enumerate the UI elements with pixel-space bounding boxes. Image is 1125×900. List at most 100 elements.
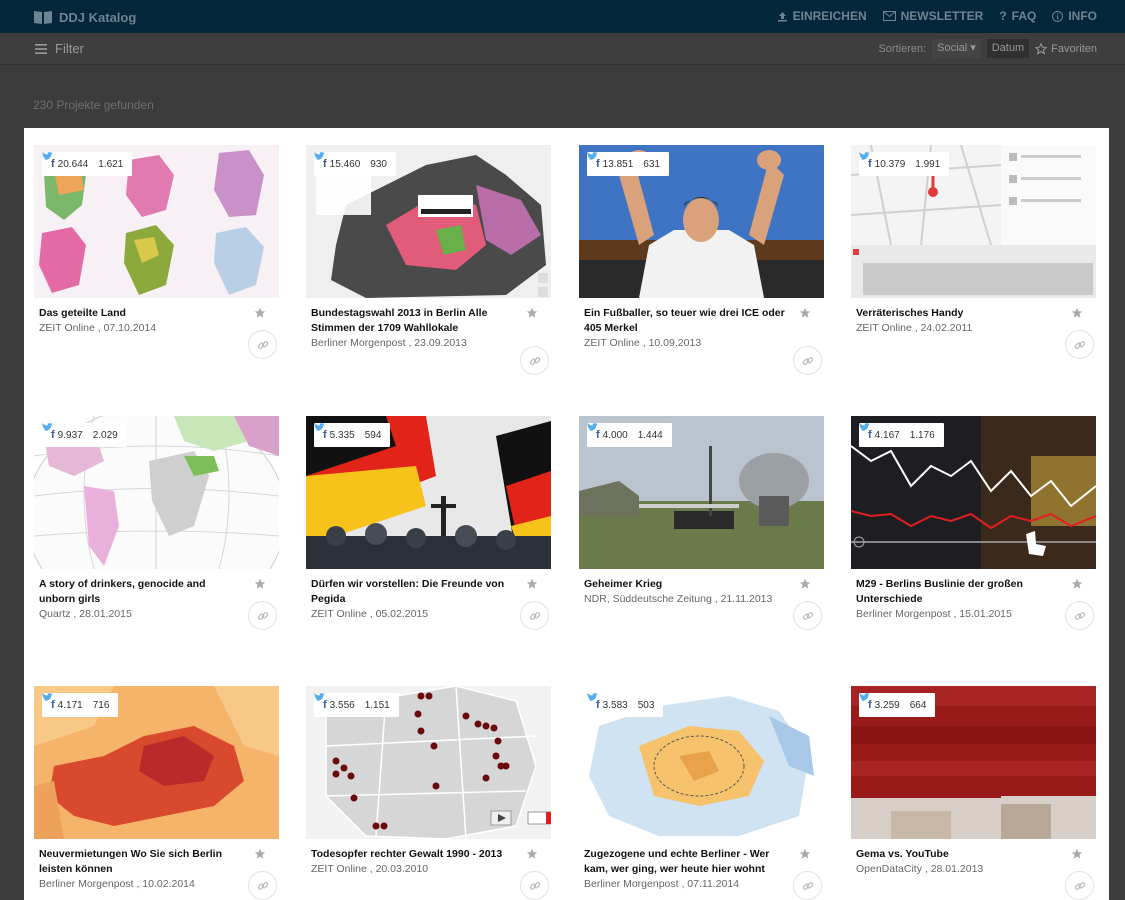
twitter-icon bbox=[587, 423, 598, 431]
open-link-button[interactable] bbox=[248, 601, 277, 630]
project-title[interactable]: Gema vs. YouTube bbox=[856, 847, 1061, 862]
twitter-count: 631 bbox=[587, 152, 660, 170]
open-link-button[interactable] bbox=[1065, 871, 1094, 900]
nav-info[interactable]: INFO bbox=[1052, 9, 1097, 23]
social-counts: f 4.167 1.176 bbox=[859, 423, 944, 447]
open-link-button[interactable] bbox=[1065, 330, 1094, 359]
favorite-star-icon[interactable] bbox=[254, 578, 266, 590]
nav-submit[interactable]: EINREICHEN bbox=[777, 9, 867, 23]
top-navigation-bar: DDJ Katalog EINREICHEN NEWSLETTER ? FAQ … bbox=[0, 0, 1125, 33]
twitter-icon bbox=[314, 693, 325, 701]
facebook-count-value: 10.379 bbox=[874, 158, 906, 170]
open-link-button[interactable] bbox=[248, 871, 277, 900]
project-title[interactable]: Ein Fußballer, so teuer wie drei ICE ode… bbox=[584, 306, 789, 336]
project-card[interactable]: f 9.937 2.029 A story of drinkers, genoci… bbox=[34, 416, 279, 630]
sort-social-button[interactable]: Social ▾ bbox=[932, 39, 981, 58]
project-thumbnail[interactable]: f 4.171 716 bbox=[34, 686, 279, 839]
favorites-label: Favoriten bbox=[1051, 42, 1097, 55]
twitter-icon bbox=[42, 152, 53, 160]
project-title[interactable]: Neuvermietungen Wo Sie sich Berlin leist… bbox=[39, 847, 244, 877]
project-thumbnail[interactable]: f 4.167 1.176 bbox=[851, 416, 1096, 569]
open-link-button[interactable] bbox=[793, 346, 822, 375]
nav-faq[interactable]: ? FAQ bbox=[999, 9, 1036, 23]
open-link-button[interactable] bbox=[1065, 601, 1094, 630]
project-thumbnail[interactable]: f 3.583 503 bbox=[579, 686, 824, 839]
favorite-star-icon[interactable] bbox=[526, 578, 538, 590]
project-card[interactable]: f 13.851 631 Ein Fußballer, so teuer wie … bbox=[579, 145, 824, 375]
project-title[interactable]: Bundestagswahl 2013 in Berlin Alle Stimm… bbox=[311, 306, 516, 336]
open-link-button[interactable] bbox=[793, 601, 822, 630]
favorite-star-icon[interactable] bbox=[1071, 307, 1083, 319]
project-card[interactable]: f 3.556 1.151 Todesopfer rechter Gewalt 1… bbox=[306, 686, 551, 900]
project-thumbnail[interactable]: f 13.851 631 bbox=[579, 145, 824, 298]
favorite-star-icon[interactable] bbox=[254, 848, 266, 860]
project-title[interactable]: Das geteilte Land bbox=[39, 306, 244, 321]
project-title[interactable]: A story of drinkers, genocide and unborn… bbox=[39, 577, 244, 607]
nav-newsletter[interactable]: NEWSLETTER bbox=[882, 9, 983, 23]
project-title[interactable]: Todesopfer rechter Gewalt 1990 - 2013 bbox=[311, 847, 516, 862]
project-card[interactable]: f 10.379 1.991 Verräterisches Handy ZEIT … bbox=[851, 145, 1096, 359]
open-link-button[interactable] bbox=[520, 346, 549, 375]
project-card[interactable]: f 4.000 1.444 Geheimer Krieg NDR, Süddeut… bbox=[579, 416, 824, 630]
favorite-star-icon[interactable] bbox=[526, 307, 538, 319]
project-thumbnail[interactable]: f 3.259 664 bbox=[851, 686, 1096, 839]
twitter-count: 930 bbox=[314, 152, 387, 170]
social-counts: f 20.644 1.621 bbox=[42, 152, 133, 176]
twitter-icon bbox=[859, 152, 870, 160]
project-card[interactable]: f 4.167 1.176 M29 - Berlins Buslinie der … bbox=[851, 416, 1096, 630]
project-thumbnail[interactable]: f 5.335 594 bbox=[306, 416, 551, 569]
favorite-star-icon[interactable] bbox=[254, 307, 266, 319]
link-icon bbox=[257, 881, 268, 890]
question-icon: ? bbox=[999, 9, 1007, 23]
filter-button[interactable]: Filter bbox=[35, 41, 84, 56]
project-card[interactable]: f 4.171 716 Neuvermietungen Wo Sie sich B… bbox=[34, 686, 279, 900]
favorite-star-icon[interactable] bbox=[1071, 578, 1083, 590]
sort-date-button[interactable]: Datum bbox=[986, 39, 1030, 58]
social-counts: f 13.851 631 bbox=[587, 152, 669, 176]
project-title[interactable]: Geheimer Krieg bbox=[584, 577, 789, 592]
project-thumbnail[interactable]: f 15.460 930 bbox=[306, 145, 551, 298]
favorite-star-icon[interactable] bbox=[799, 848, 811, 860]
favorite-star-icon[interactable] bbox=[799, 578, 811, 590]
facebook-count-value: 13.851 bbox=[602, 158, 634, 170]
filter-bar: Filter Sortieren: Social ▾ Datum Favorit… bbox=[0, 33, 1125, 65]
favorite-star-icon[interactable] bbox=[1071, 848, 1083, 860]
favorites-button[interactable]: Favoriten bbox=[1035, 42, 1097, 55]
open-link-button[interactable] bbox=[793, 871, 822, 900]
project-title[interactable]: Zugezogene und echte Berliner - Wer kam,… bbox=[584, 847, 789, 877]
open-link-button[interactable] bbox=[248, 330, 277, 359]
twitter-count: 503 bbox=[587, 693, 654, 711]
upload-icon bbox=[777, 11, 787, 21]
project-title[interactable]: M29 - Berlins Buslinie der großen Unters… bbox=[856, 577, 1061, 607]
project-thumbnail[interactable]: f 10.379 1.991 bbox=[851, 145, 1096, 298]
favorite-star-icon[interactable] bbox=[799, 307, 811, 319]
project-title[interactable]: Verräterisches Handy bbox=[856, 306, 1061, 321]
twitter-count-value: 1.621 bbox=[98, 158, 124, 170]
link-icon bbox=[802, 611, 813, 620]
project-source: ZEIT Online , 24.02.2011 bbox=[856, 322, 973, 334]
twitter-count: 1.151 bbox=[314, 693, 390, 711]
project-thumbnail[interactable]: f 4.000 1.444 bbox=[579, 416, 824, 569]
facebook-count-value: 20.644 bbox=[57, 158, 89, 170]
project-source: ZEIT Online , 10.09.2013 bbox=[584, 337, 702, 349]
twitter-count: 1.991 bbox=[859, 152, 940, 170]
project-card[interactable]: f 3.259 664 Gema vs. YouTube OpenDataCity… bbox=[851, 686, 1096, 900]
project-thumbnail[interactable]: f 3.556 1.151 bbox=[306, 686, 551, 839]
brand-logo[interactable]: DDJ Katalog bbox=[33, 8, 136, 26]
favorite-star-icon[interactable] bbox=[526, 848, 538, 860]
project-card[interactable]: f 3.583 503 Zugezogene und echte Berliner… bbox=[579, 686, 824, 900]
open-link-button[interactable] bbox=[520, 871, 549, 900]
project-card[interactable]: f 5.335 594 Dürfen wir vorstellen: Die Fr… bbox=[306, 416, 551, 630]
project-card[interactable]: f 15.460 930 Bundestagswahl 2013 in Berli… bbox=[306, 145, 551, 375]
link-icon bbox=[802, 356, 813, 365]
project-title[interactable]: Dürfen wir vorstellen: Die Freunde von P… bbox=[311, 577, 516, 607]
project-grid: f 20.644 1.621 Das geteilte Land ZEIT Onl… bbox=[24, 128, 1109, 900]
twitter-count-value: 594 bbox=[364, 429, 382, 441]
hamburger-icon bbox=[35, 43, 47, 54]
project-thumbnail[interactable]: f 20.644 1.621 bbox=[34, 145, 279, 298]
facebook-count-value: 4.167 bbox=[874, 429, 900, 441]
project-card[interactable]: f 20.644 1.621 Das geteilte Land ZEIT Onl… bbox=[34, 145, 279, 359]
open-link-button[interactable] bbox=[520, 601, 549, 630]
project-thumbnail[interactable]: f 9.937 2.029 bbox=[34, 416, 279, 569]
facebook-count: f 13.851 bbox=[596, 158, 633, 170]
